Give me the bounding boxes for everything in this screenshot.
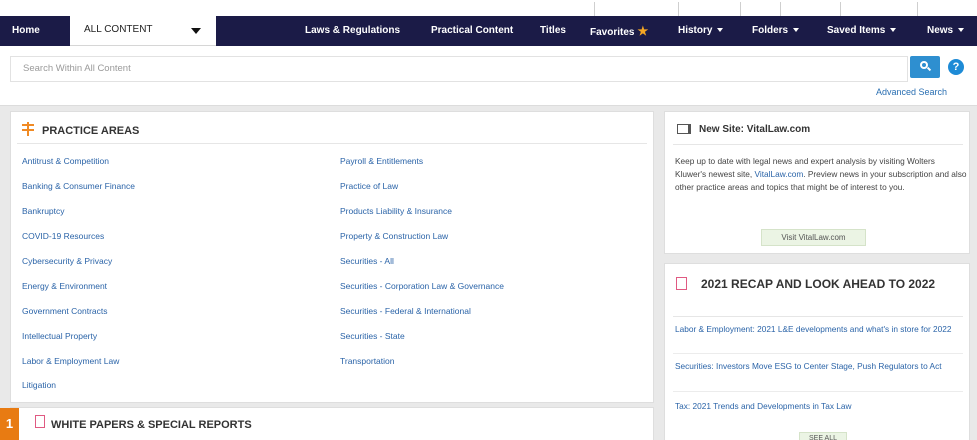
search-input[interactable]: Search Within All Content	[10, 56, 908, 82]
top-navigation: Home ALL CONTENT Laws & Regulations Prac…	[0, 16, 977, 46]
divider	[673, 391, 963, 392]
help-icon[interactable]: ?	[948, 59, 964, 75]
white-papers-panel: WHITE PAPERS & SPECIAL REPORTS	[10, 407, 654, 440]
practice-area-link[interactable]: Securities - Federal & International	[340, 306, 471, 316]
nav-news-label: News	[927, 25, 954, 36]
new-site-panel: New Site: VitalLaw.com Keep up to date w…	[664, 111, 970, 254]
recap-panel: 2021 RECAP AND LOOK AHEAD TO 2022 Labor …	[664, 263, 970, 440]
practice-area-link[interactable]: Bankruptcy	[22, 206, 65, 216]
practice-area-link[interactable]: Property & Construction Law	[340, 231, 448, 241]
practice-area-link[interactable]: Payroll & Entitlements	[340, 156, 423, 166]
page: Home ALL CONTENT Laws & Regulations Prac…	[0, 0, 977, 440]
nav-history-label: History	[678, 25, 713, 36]
practice-area-link[interactable]: Banking & Consumer Finance	[22, 181, 135, 191]
nav-history[interactable]: History	[678, 16, 724, 46]
chevron-down-icon	[717, 28, 724, 33]
step-badge: 1	[0, 408, 19, 440]
white-papers-heading[interactable]: WHITE PAPERS & SPECIAL REPORTS	[51, 419, 252, 431]
search-bar: Search Within All Content ? Advanced Sea…	[0, 46, 977, 106]
content-scope-label: ALL CONTENT	[84, 24, 153, 35]
nav-favorites[interactable]: Favorites ★	[590, 16, 648, 46]
chevron-down-icon	[890, 28, 897, 33]
practice-area-link[interactable]: Litigation	[22, 380, 56, 390]
divider	[780, 2, 781, 16]
recap-article-link[interactable]: Securities: Investors Move ESG to Center…	[675, 361, 965, 372]
practice-area-link[interactable]: Government Contracts	[22, 306, 108, 316]
content-scope-select[interactable]: ALL CONTENT	[70, 16, 216, 46]
divider	[840, 2, 841, 16]
document-icon	[35, 415, 45, 428]
divider	[673, 316, 963, 317]
nav-saved-items-label: Saved Items	[827, 25, 886, 36]
advanced-search-link[interactable]: Advanced Search	[876, 87, 947, 97]
practice-area-link[interactable]: Antitrust & Competition	[22, 156, 109, 166]
practice-area-link[interactable]: Labor & Employment Law	[22, 356, 119, 366]
visit-vitallaw-button[interactable]: Visit VitalLaw.com	[761, 229, 866, 246]
divider	[740, 2, 741, 16]
practice-area-link[interactable]: Cybersecurity & Privacy	[22, 256, 112, 266]
star-icon: ★	[637, 24, 649, 38]
practice-area-link[interactable]: Securities - All	[340, 256, 394, 266]
recap-heading: 2021 RECAP AND LOOK AHEAD TO 2022	[701, 277, 936, 291]
signpost-icon	[22, 122, 34, 136]
nav-home[interactable]: Home	[12, 16, 40, 46]
divider	[594, 2, 595, 16]
divider	[678, 2, 679, 16]
practice-areas-panel: PRACTICE AREAS Antitrust & Competition B…	[10, 111, 654, 403]
recap-article-link[interactable]: Tax: 2021 Trends and Developments in Tax…	[675, 401, 965, 412]
practice-area-link[interactable]: Securities - State	[340, 331, 405, 341]
divider	[17, 143, 647, 144]
practice-area-link[interactable]: Securities - Corporation Law & Governanc…	[340, 281, 504, 291]
caret-down-icon	[191, 28, 201, 34]
nav-news[interactable]: News	[927, 16, 965, 46]
practice-area-link[interactable]: COVID-19 Resources	[22, 231, 104, 241]
nav-saved-items[interactable]: Saved Items	[827, 16, 897, 46]
chevron-down-icon	[793, 28, 800, 33]
new-site-heading: New Site: VitalLaw.com	[699, 124, 811, 135]
see-all-button[interactable]: SEE ALL	[799, 432, 847, 440]
practice-areas-heading: PRACTICE AREAS	[22, 122, 139, 138]
nav-laws-regulations[interactable]: Laws & Regulations	[305, 16, 400, 46]
nav-titles[interactable]: Titles	[540, 16, 566, 46]
practice-area-link[interactable]: Practice of Law	[340, 181, 398, 191]
nav-practical-content[interactable]: Practical Content	[431, 16, 513, 46]
chevron-down-icon	[958, 28, 965, 33]
divider	[673, 353, 963, 354]
divider	[673, 144, 963, 145]
practice-areas-title: PRACTICE AREAS	[42, 125, 140, 137]
search-button[interactable]	[910, 56, 940, 78]
divider	[917, 2, 918, 16]
megaphone-icon	[677, 124, 691, 134]
vitallaw-link[interactable]: VitalLaw.com	[755, 169, 804, 179]
search-icon-handle	[926, 66, 932, 72]
practice-area-link[interactable]: Intellectual Property	[22, 331, 97, 341]
document-icon	[676, 277, 687, 290]
top-strip	[0, 0, 977, 16]
practice-area-link[interactable]: Transportation	[340, 356, 395, 366]
recap-article-link[interactable]: Labor & Employment: 2021 L&E development…	[675, 324, 965, 335]
nav-folders[interactable]: Folders	[752, 16, 800, 46]
nav-folders-label: Folders	[752, 25, 789, 36]
nav-favorites-label: Favorites	[590, 27, 635, 38]
practice-area-link[interactable]: Energy & Environment	[22, 281, 107, 291]
new-site-description: Keep up to date with legal news and expe…	[675, 155, 967, 194]
practice-area-link[interactable]: Products Liability & Insurance	[340, 206, 452, 216]
